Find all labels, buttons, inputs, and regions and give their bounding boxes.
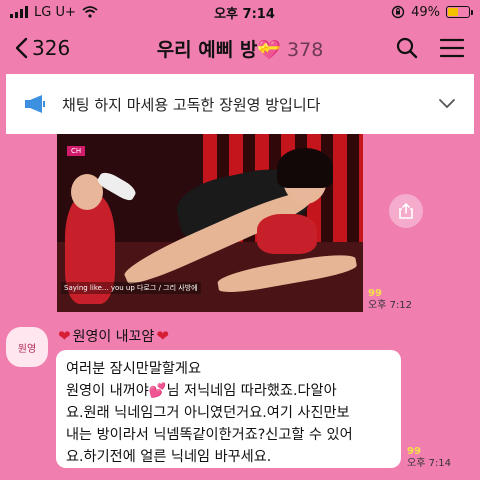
back-button[interactable]: 326 bbox=[14, 36, 70, 60]
heart-icon: ❤ bbox=[58, 327, 71, 345]
photo-time: 오후 7:12 bbox=[368, 300, 413, 311]
status-right: 49% bbox=[391, 4, 473, 20]
carrier-label: LG U+ bbox=[34, 4, 76, 20]
notice-text: 채팅 하지 마세용 고독한 장원영 방입니다 bbox=[62, 95, 321, 114]
heart-icon: ❤ bbox=[156, 327, 169, 345]
room-title: 우리 예삐 방 bbox=[156, 38, 258, 61]
avatar-label: 원영 bbox=[17, 343, 37, 355]
message-line: 여러분 잠시만말할게요 bbox=[66, 361, 202, 377]
message-line: 요.원래 닉네임그거 아니였던거요.여기 사진만보 bbox=[66, 405, 350, 421]
dancer-center-top bbox=[257, 214, 317, 254]
message-line: 내는 방이라서 닉넴똑같이한거죠?신고할 수 있어 bbox=[66, 427, 353, 443]
share-icon bbox=[399, 202, 413, 219]
wifi-icon bbox=[82, 6, 98, 18]
photo-unread-count: 99 bbox=[368, 288, 382, 299]
avatar[interactable]: 원영 bbox=[6, 327, 48, 367]
message-meta: 99 오후 7:14 bbox=[407, 446, 451, 470]
signal-icon bbox=[10, 6, 28, 18]
notice-banner[interactable]: 채팅 하지 마세용 고독한 장원영 방입니다 bbox=[6, 74, 474, 134]
megaphone-icon bbox=[25, 95, 45, 113]
expand-chevron-icon[interactable] bbox=[438, 98, 456, 110]
rotation-lock-icon bbox=[391, 5, 405, 19]
heart-gift-icon: 💝 bbox=[257, 38, 282, 61]
status-left: LG U+ bbox=[10, 5, 98, 20]
broadcast-logo: CH bbox=[67, 146, 86, 156]
status-bar: LG U+ 오후 7:14 49% bbox=[0, 0, 480, 24]
message-line: 요.하기전에 얼른 닉네임 바꾸세요. bbox=[66, 449, 272, 465]
battery-level bbox=[447, 8, 458, 16]
message-line: 원영이 내꺼야💕님 저닉네임 따라했죠.다알아 bbox=[66, 383, 337, 399]
sender-name: ❤ 원영이 내꼬얌 ❤ bbox=[58, 326, 169, 346]
photo-meta: 99 오후 7:12 bbox=[368, 288, 412, 312]
chat-header: 326 우리 예삐 방💝 378 bbox=[0, 28, 480, 68]
battery-percent: 49% bbox=[411, 4, 440, 20]
search-icon[interactable] bbox=[396, 37, 418, 59]
photo-caption: Saying like... you up 다로그 / 그리 사방에 bbox=[61, 282, 201, 294]
share-button[interactable] bbox=[389, 194, 423, 228]
battery-icon bbox=[445, 6, 473, 18]
message-bubble[interactable]: 여러분 잠시만말할게요 원영이 내꺼야💕님 저닉네임 따라했죠.다알아 요.원래… bbox=[56, 350, 401, 468]
sender-label: 원영이 내꼬얌 bbox=[72, 329, 155, 345]
message-unread-count: 99 bbox=[407, 446, 421, 457]
dancer-center-hair bbox=[277, 148, 333, 188]
message-time: 오후 7:14 bbox=[407, 458, 452, 469]
menu-icon[interactable] bbox=[440, 38, 464, 58]
member-count: 378 bbox=[287, 38, 324, 61]
clock: 오후 7:14 bbox=[214, 6, 275, 22]
back-chevron-icon bbox=[15, 37, 28, 59]
unread-room-count: 326 bbox=[32, 36, 71, 60]
header-actions bbox=[396, 37, 464, 59]
shared-photo[interactable]: CH Saying like... you up 다로그 / 그리 사방에 bbox=[57, 134, 363, 312]
